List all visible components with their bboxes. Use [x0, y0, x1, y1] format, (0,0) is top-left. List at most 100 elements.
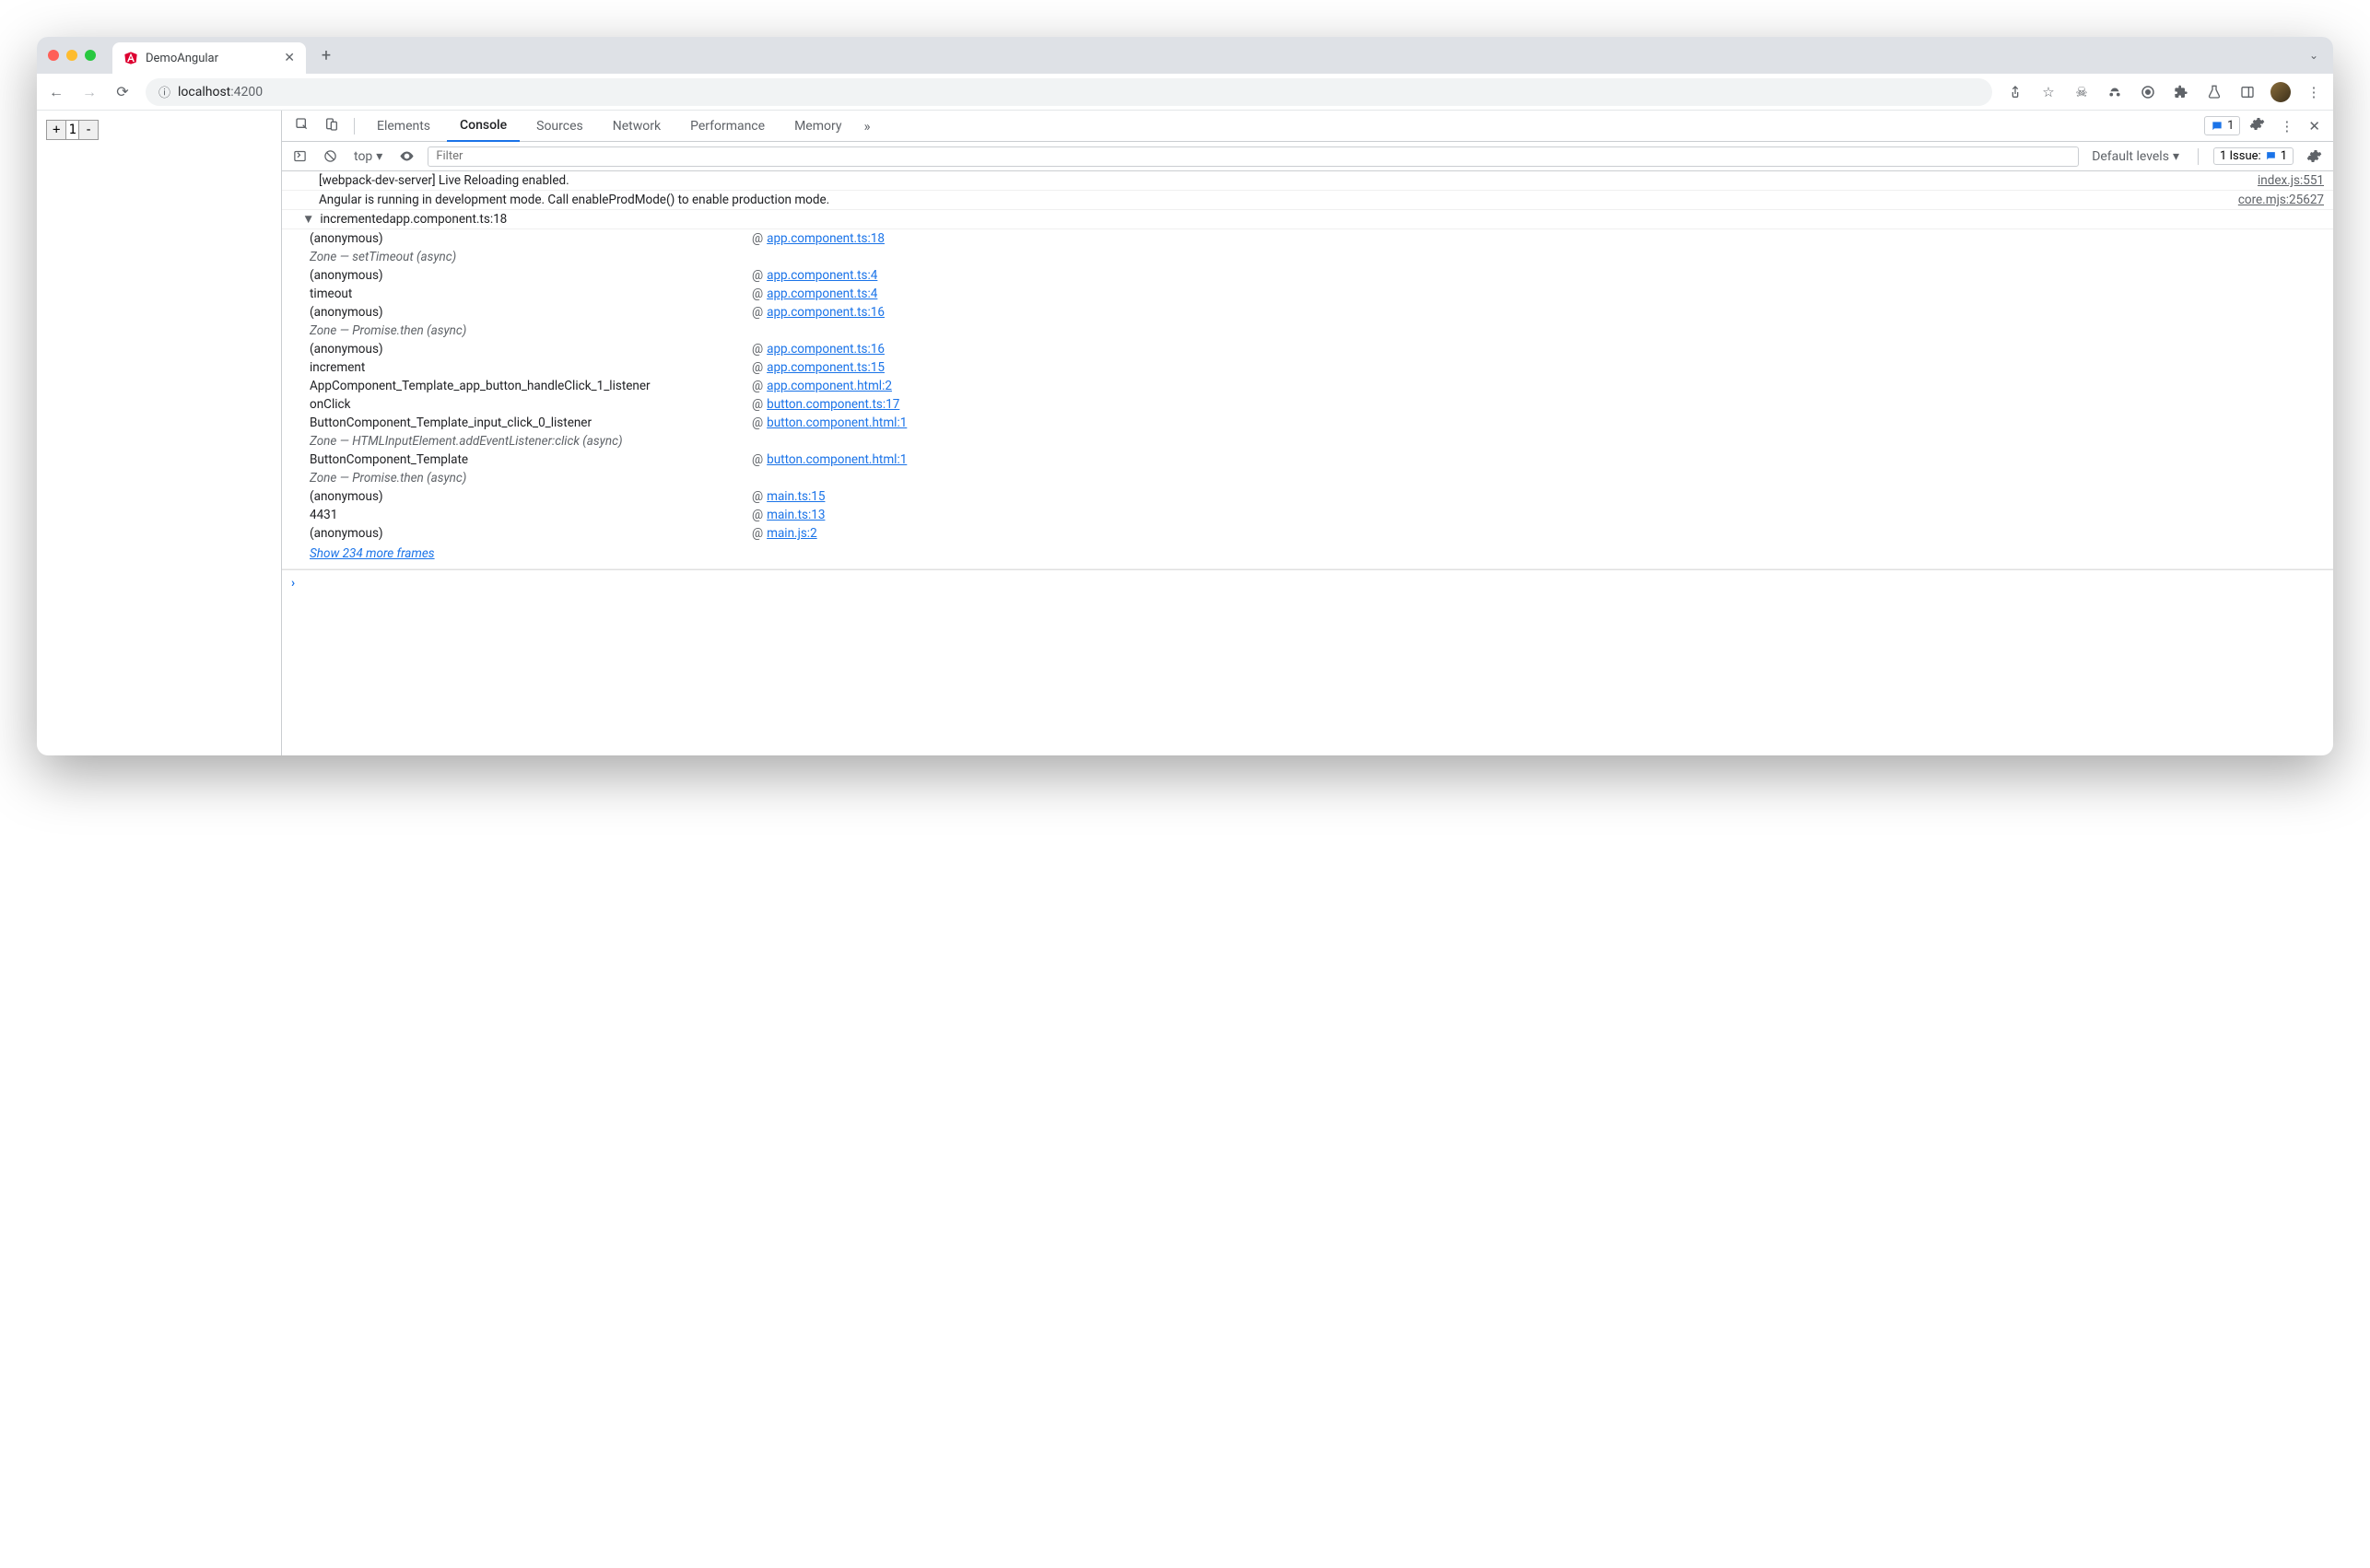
frame-source-link[interactable]: main.ts:15	[767, 489, 825, 504]
stack-frame: (anonymous)@ app.component.ts:4	[310, 266, 2324, 285]
stack-frame: (anonymous)@ main.ts:15	[310, 487, 2324, 506]
new-tab-button[interactable]: +	[313, 42, 339, 68]
frame-source-link[interactable]: button.component.html:1	[767, 415, 907, 430]
stack-zone-divider: Zone — Promise.then (async)	[310, 322, 2324, 340]
titlebar: DemoAngular ✕ + ⌄	[37, 37, 2333, 74]
frame-function: (anonymous)	[310, 305, 752, 320]
context-selector[interactable]: top ▾	[350, 149, 386, 164]
trace-label: incremented	[320, 212, 389, 227]
trace-source-link[interactable]: app.component.ts:18	[389, 212, 507, 227]
stack-frame: (anonymous)@app.component.ts:18	[310, 229, 2324, 248]
frame-source-link[interactable]: main.js:2	[767, 526, 817, 541]
stack-trace: (anonymous)@app.component.ts:18Zone — se…	[282, 229, 2333, 569]
frame-function: (anonymous)	[310, 231, 752, 246]
side-panel-icon[interactable]	[2237, 82, 2258, 102]
stack-zone-divider: Zone — Promise.then (async)	[310, 469, 2324, 487]
issues-indicator[interactable]: 1 Issue: 1	[2213, 147, 2294, 165]
frame-source-link[interactable]: app.component.ts:4	[767, 268, 877, 283]
frame-source-link[interactable]: app.component.ts:18	[767, 231, 885, 246]
stack-frame: onClick@button.component.ts:17	[310, 395, 2324, 414]
collapse-triangle-icon[interactable]: ▼	[302, 212, 314, 227]
site-info-icon[interactable]: ⓘ	[158, 83, 170, 100]
tab-memory[interactable]: Memory	[781, 111, 854, 142]
frame-source-link[interactable]: app.component.ts:4	[767, 287, 877, 301]
zone-label: Zone — setTimeout (async)	[310, 250, 752, 264]
frame-function: timeout	[310, 287, 752, 301]
counter-widget: + 1 -	[46, 120, 99, 140]
log-source-link[interactable]: index.js:551	[2258, 173, 2324, 188]
log-levels-selector[interactable]: Default levels ▾	[2088, 149, 2183, 164]
tab-sources[interactable]: Sources	[523, 111, 596, 142]
frame-function: ButtonComponent_Template_input_click_0_l…	[310, 415, 752, 430]
chrome-menu-icon[interactable]: ⋮	[2304, 82, 2324, 102]
content-area: + 1 - Elements Console Sources Network P…	[37, 111, 2333, 755]
live-expression-eye-icon[interactable]	[395, 148, 418, 164]
tab-elements[interactable]: Elements	[364, 111, 443, 142]
stack-frame: increment@app.component.ts:15	[310, 358, 2324, 377]
at-symbol: @	[752, 489, 763, 504]
address-bar[interactable]: ⓘ localhost:4200	[146, 78, 1992, 106]
inspect-element-icon[interactable]	[289, 117, 315, 135]
tab-console[interactable]: Console	[447, 111, 520, 142]
frame-source-link[interactable]: button.component.html:1	[767, 452, 907, 467]
console-prompt[interactable]: ›	[282, 569, 2333, 596]
frame-source-link[interactable]: app.component.ts:16	[767, 342, 885, 357]
profile-avatar[interactable]	[2270, 82, 2291, 102]
frame-source-link[interactable]: main.ts:13	[767, 508, 825, 522]
stack-frame: ButtonComponent_Template_input_click_0_l…	[310, 414, 2324, 432]
incognito-icon[interactable]	[2105, 82, 2125, 102]
minus-button[interactable]: -	[78, 120, 99, 140]
back-button[interactable]: ←	[46, 83, 66, 101]
tabs-dropdown-icon[interactable]: ⌄	[2305, 49, 2322, 62]
extension-skull-icon[interactable]: ☠	[2071, 82, 2092, 102]
console-settings-gear-icon[interactable]	[2303, 148, 2326, 164]
frame-source-link[interactable]: button.component.ts:17	[767, 397, 899, 412]
browser-toolbar: ← → ⟳ ⓘ localhost:4200 ☆ ☠	[37, 74, 2333, 111]
minimize-window-button[interactable]	[66, 50, 77, 61]
log-message: [webpack-dev-server] Live Reloading enab…	[319, 173, 2239, 188]
dropdown-caret-icon: ▾	[2173, 149, 2179, 164]
frame-function: (anonymous)	[310, 268, 752, 283]
console-sidebar-toggle-icon[interactable]	[289, 149, 311, 163]
at-symbol: @	[752, 526, 763, 541]
more-tabs-icon[interactable]: »	[858, 118, 875, 135]
frame-function: (anonymous)	[310, 489, 752, 504]
frame-source-link[interactable]: app.component.ts:16	[767, 305, 885, 320]
maximize-window-button[interactable]	[85, 50, 96, 61]
tab-network[interactable]: Network	[600, 111, 674, 142]
frame-source-link[interactable]: app.component.ts:15	[767, 360, 885, 375]
log-source-link[interactable]: core.mjs:25627	[2238, 193, 2324, 207]
at-symbol: @	[752, 397, 763, 412]
share-icon[interactable]	[2005, 82, 2025, 102]
close-window-button[interactable]	[48, 50, 59, 61]
at-symbol: @	[752, 379, 763, 393]
extension-eye-icon[interactable]	[2138, 82, 2158, 102]
labs-flask-icon[interactable]	[2204, 82, 2224, 102]
frame-function: 4431	[310, 508, 752, 522]
extensions-puzzle-icon[interactable]	[2171, 82, 2191, 102]
close-tab-icon[interactable]: ✕	[284, 51, 295, 65]
close-devtools-icon[interactable]: ✕	[2303, 118, 2326, 135]
at-symbol: @	[752, 268, 763, 283]
frame-source-link[interactable]: app.component.html:2	[767, 379, 892, 393]
plus-button[interactable]: +	[46, 120, 66, 140]
browser-tab[interactable]: DemoAngular ✕	[112, 42, 306, 74]
reload-button[interactable]: ⟳	[112, 83, 133, 100]
bookmark-star-icon[interactable]: ☆	[2038, 82, 2059, 102]
issues-chip[interactable]: 1	[2204, 116, 2240, 135]
angular-favicon-icon	[123, 51, 138, 65]
devtools-menu-icon[interactable]: ⋮	[2274, 118, 2299, 135]
url-port: :4200	[230, 85, 263, 99]
show-more-frames-link[interactable]: Show 234 more frames	[310, 543, 2324, 565]
device-toolbar-icon[interactable]	[319, 117, 345, 135]
filter-input[interactable]	[428, 146, 2079, 167]
log-line: [webpack-dev-server] Live Reloading enab…	[282, 171, 2333, 191]
log-message: Angular is running in development mode. …	[319, 193, 2220, 207]
frame-function: (anonymous)	[310, 342, 752, 357]
console-output: [webpack-dev-server] Live Reloading enab…	[282, 171, 2333, 755]
forward-button[interactable]: →	[79, 83, 100, 101]
settings-gear-icon[interactable]	[2244, 116, 2270, 135]
frame-function: AppComponent_Template_app_button_handleC…	[310, 379, 752, 393]
tab-performance[interactable]: Performance	[677, 111, 778, 142]
clear-console-icon[interactable]	[320, 149, 341, 163]
